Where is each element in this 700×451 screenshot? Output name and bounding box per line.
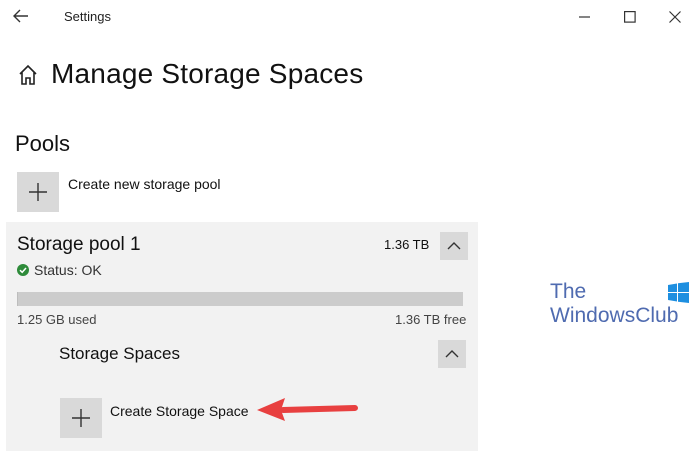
plus-icon bbox=[29, 183, 47, 201]
used-label: 1.25 GB used bbox=[17, 312, 97, 327]
minimize-button[interactable] bbox=[562, 0, 608, 34]
create-pool-label[interactable]: Create new storage pool bbox=[68, 176, 221, 192]
free-label: 1.36 TB free bbox=[395, 312, 467, 327]
create-pool-button[interactable] bbox=[17, 172, 59, 212]
status-ok-icon bbox=[17, 264, 29, 276]
create-storage-space-button[interactable] bbox=[60, 398, 102, 438]
back-arrow-icon[interactable] bbox=[10, 5, 32, 27]
pool-size: 1.36 TB bbox=[384, 237, 430, 252]
minimize-icon bbox=[579, 16, 590, 18]
close-icon bbox=[669, 11, 681, 23]
create-storage-space-label[interactable]: Create Storage Space bbox=[110, 403, 249, 419]
windowsclub-logo: The WindowsClub bbox=[550, 281, 695, 331]
chevron-up-icon bbox=[447, 242, 461, 250]
title-bar: Settings bbox=[0, 0, 700, 34]
close-button[interactable] bbox=[652, 0, 698, 34]
plus-icon bbox=[72, 409, 90, 427]
status-text: Status: OK bbox=[34, 262, 102, 278]
home-icon bbox=[18, 64, 38, 86]
red-arrow-annotation bbox=[255, 396, 360, 422]
pool-collapse-button[interactable] bbox=[440, 232, 468, 260]
window-title: Settings bbox=[64, 9, 111, 24]
storage-spaces-title: Storage Spaces bbox=[59, 344, 180, 363]
windows-logo-icon bbox=[668, 282, 689, 303]
logo-line-1: The bbox=[550, 280, 587, 303]
pools-section-title: Pools bbox=[15, 131, 71, 156]
maximize-icon bbox=[624, 11, 636, 23]
chevron-up-icon bbox=[445, 350, 459, 358]
logo-line-2: WindowsClub bbox=[550, 304, 679, 327]
pool-usage-bar bbox=[17, 292, 463, 306]
maximize-button[interactable] bbox=[607, 0, 653, 34]
pool-status: Status: OK bbox=[17, 262, 102, 278]
storage-spaces-collapse-button[interactable] bbox=[438, 340, 466, 368]
page-title: Manage Storage Spaces bbox=[51, 58, 364, 89]
pool-name: Storage pool 1 bbox=[17, 234, 141, 255]
